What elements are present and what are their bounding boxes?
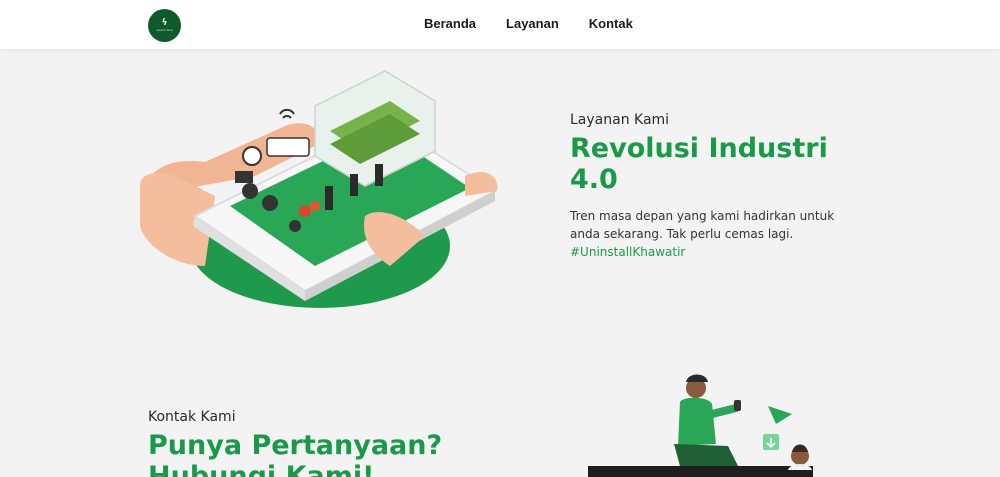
navbar: ϟ warno tani Beranda Layanan Kontak bbox=[0, 0, 1000, 49]
contact-eyebrow: Kontak Kami bbox=[148, 409, 236, 425]
services-section: Layanan Kami Revolusi Industri 4.0 Tren … bbox=[570, 112, 870, 261]
contact-section: Kontak Kami Punya Pertanyaan? Hubungi Ka… bbox=[148, 409, 568, 477]
services-eyebrow: Layanan Kami bbox=[570, 112, 670, 128]
nav-beranda[interactable]: Beranda bbox=[424, 16, 476, 31]
brand-logo-text: warno tani bbox=[156, 28, 173, 32]
services-description: Tren masa depan yang kami hadirkan untuk… bbox=[570, 207, 840, 261]
contact-heading: Punya Pertanyaan? Hubungi Kami! bbox=[148, 430, 443, 477]
smart-farm-phone-illustration bbox=[140, 70, 498, 308]
brand-logo[interactable]: ϟ warno tani bbox=[148, 9, 181, 42]
contact-people-illustration bbox=[588, 374, 813, 477]
services-description-text: Tren masa depan yang kami hadirkan untuk… bbox=[570, 209, 835, 241]
nav-kontak[interactable]: Kontak bbox=[589, 16, 633, 31]
main-nav: Beranda Layanan Kontak bbox=[424, 16, 633, 31]
leaf-icon: ϟ bbox=[161, 18, 168, 28]
services-heading: Revolusi Industri 4.0 bbox=[570, 133, 828, 195]
services-hashtag: #UninstallKhawatir bbox=[570, 245, 686, 259]
nav-layanan[interactable]: Layanan bbox=[506, 16, 559, 31]
